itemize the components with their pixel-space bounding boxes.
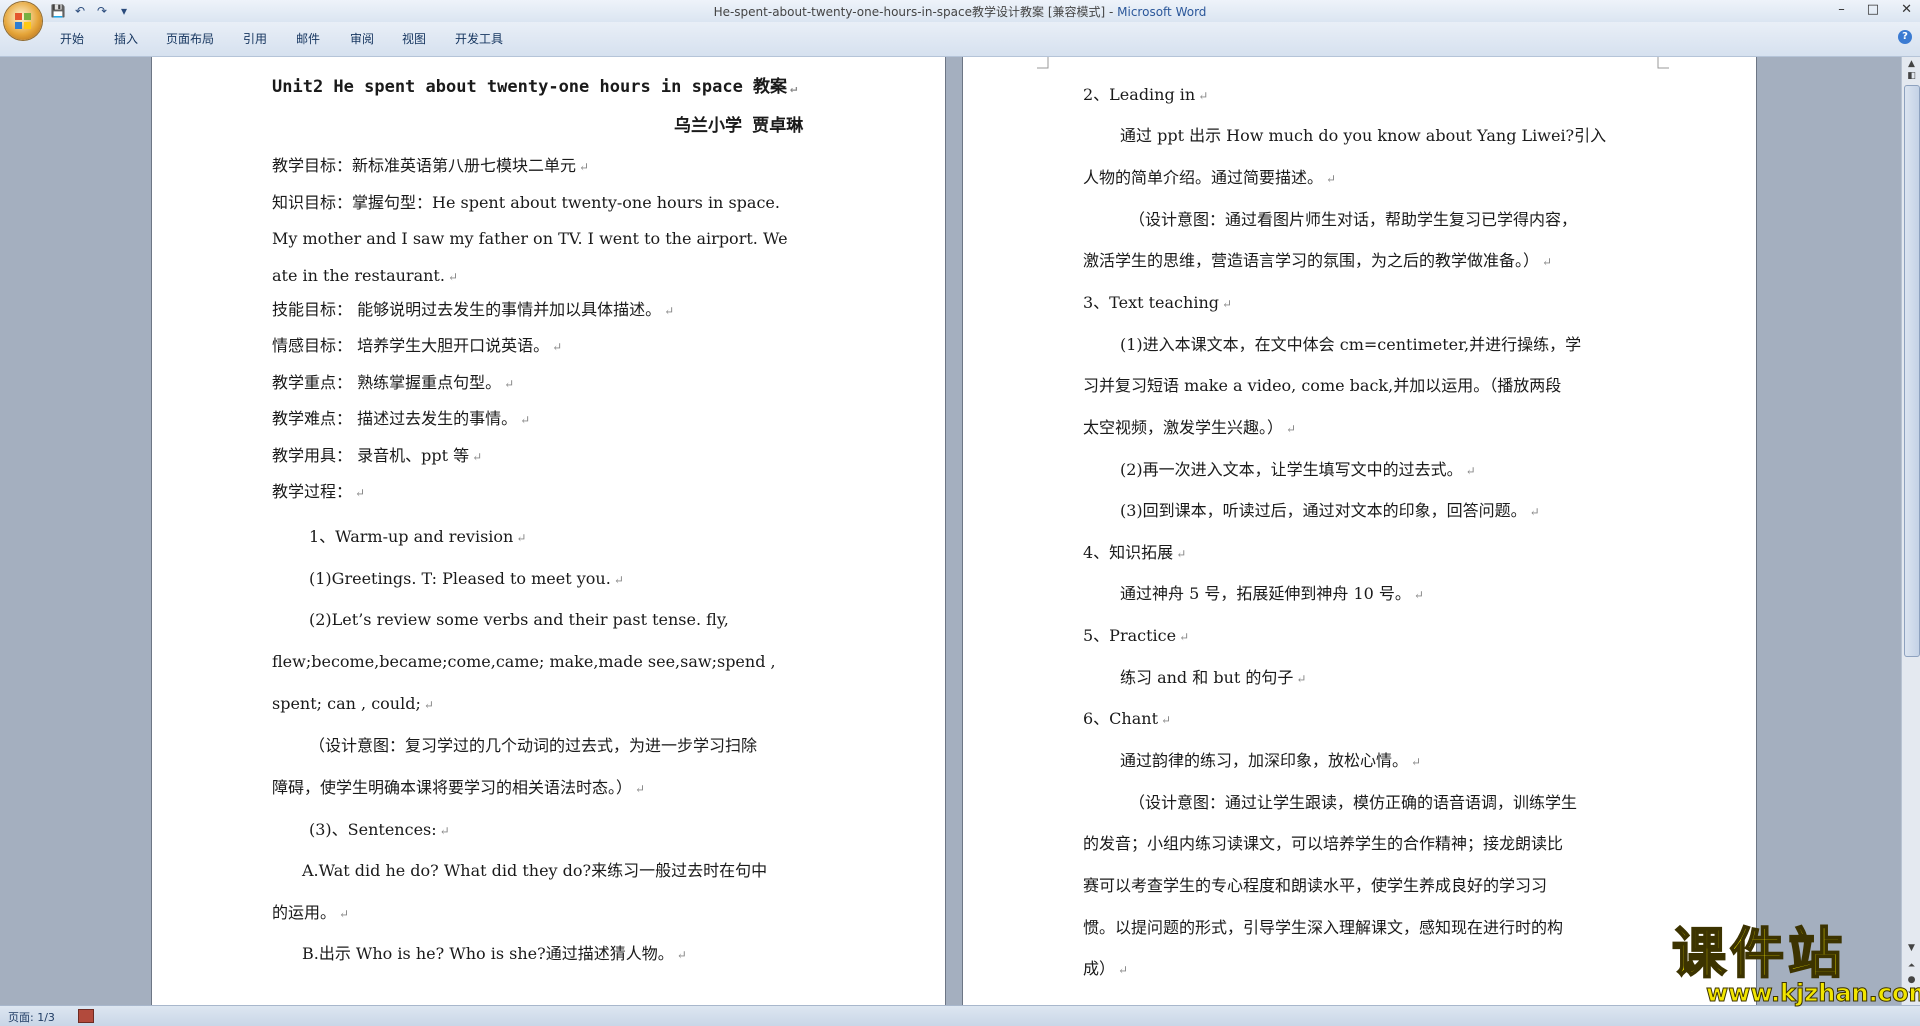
document-title: He-spent-about-twenty-one-hours-in-space… [713, 5, 1118, 19]
window-controls: – □ ✕ [1838, 2, 1912, 17]
close-icon[interactable]: ✕ [1901, 2, 1912, 17]
author-name: 乌兰小学 贾卓琳 [674, 116, 804, 136]
paragraph: 4、知识拓展 ↵ [1083, 543, 1187, 562]
paragraph: 习并复习短语 make a video, come back,并加以运用。（播放… [1083, 376, 1562, 395]
lesson-title: Unit2 He spent about twenty-one hours in… [272, 77, 788, 97]
watermark-text: 课件站 [1671, 922, 1846, 985]
paragraph: （设计意图：通过看图片师生对话，帮助学生复习已学得内容， [1129, 210, 1578, 229]
paragraph: (2)再一次进入文本，让学生填写文中的过去式。 ↵ [1120, 460, 1476, 479]
ruler-toggle-icon[interactable]: ◧ [1905, 71, 1918, 84]
scrollbar-thumb[interactable] [1904, 85, 1920, 657]
paragraph: 3、Text teaching ↵ [1083, 293, 1233, 312]
page-indicator[interactable]: 页面: 1/3 [8, 1009, 55, 1025]
ribbon-tab-bar: 开始 插入 页面布局 引用 邮件 审阅 视图 开发工具 ? [0, 22, 1920, 57]
paragraph: 6、Chant ↵ [1083, 709, 1172, 728]
page-1[interactable]: Unit2 He spent about twenty-one hours in… [152, 57, 945, 1005]
author-line: 乌兰小学 贾卓琳 [674, 116, 803, 136]
paragraph: 教学重点： 熟练掌握重点句型。 ↵ [272, 373, 515, 392]
margin-corner-mark [1037, 57, 1049, 69]
paragraph: 惯。以提问题的形式，引导学生深入理解课文，感知现在进行时的构 [1083, 918, 1564, 937]
paragraph: 的运用。 ↵ [272, 903, 350, 922]
paragraph: 2、Leading in ↵ [1083, 85, 1209, 104]
title-bar: 💾 ↶ ↷ ▾ He-spent-about-twenty-one-hours-… [0, 0, 1920, 23]
paragraph: 知识目标：掌握句型：He spent about twenty-one hour… [272, 193, 780, 212]
paragraph: 的发音；小组内练习读课文，可以培养学生的合作精神；接龙朗读比 [1083, 834, 1564, 853]
tab-home[interactable]: 开始 [60, 30, 84, 47]
paragraph: 障碍，使学生明确本课将要学习的相关语法时态。） ↵ [272, 778, 646, 797]
status-bar: 页面: 1/3 [0, 1005, 1920, 1026]
tab-references[interactable]: 引用 [243, 30, 267, 47]
paragraph: 教学用具： 录音机、ppt 等 ↵ [272, 446, 483, 465]
paragraph: 太空视频，激发学生兴趣。） ↵ [1083, 418, 1297, 437]
paragraph: 5、Practice ↵ [1083, 626, 1190, 645]
document-workspace[interactable]: Unit2 He spent about twenty-one hours in… [0, 57, 1901, 1005]
site-watermark: 课件站 www.kjzhan.com [1671, 922, 1920, 1008]
paragraph: (1)Greetings. T: Pleased to meet you. ↵ [309, 569, 624, 588]
paragraph: 练习 and 和 but 的句子 ↵ [1120, 668, 1307, 687]
paragraph: (3)、Sentences: ↵ [309, 820, 450, 839]
previous-page-icon[interactable]: ⏶ [1905, 961, 1918, 974]
watermark-url: www.kjzhan.com [1705, 979, 1920, 1008]
macro-recording-icon[interactable] [78, 1009, 94, 1023]
tab-page-layout[interactable]: 页面布局 [166, 30, 214, 47]
tab-developer[interactable]: 开发工具 [455, 30, 503, 47]
paragraph: 技能目标： 能够说明过去发生的事情并加以具体描述。 ↵ [272, 300, 675, 319]
tab-review[interactable]: 审阅 [350, 30, 374, 47]
paragraph: spent; can , could; ↵ [272, 694, 434, 713]
paragraph: 1、Warm-up and revision ↵ [309, 527, 527, 546]
paragraph: 教学难点： 描述过去发生的事情。 ↵ [272, 409, 531, 428]
office-logo-icon [15, 13, 31, 29]
paragraph: B.出示 Who is he? Who is she?通过描述猜人物。 ↵ [302, 944, 687, 963]
paragraph: ate in the restaurant. ↵ [272, 266, 458, 285]
paragraph: 激活学生的思维，营造语言学习的氛围，为之后的教学做准备。） ↵ [1083, 251, 1553, 270]
paragraph: flew;become,became;come,came; make,made … [272, 652, 776, 671]
paragraph: (2)Let’s review some verbs and their pas… [309, 610, 729, 629]
paragraph: 通过韵律的练习，加深印象，放松心情。 ↵ [1120, 751, 1422, 770]
scroll-down-icon[interactable]: ▼ [1905, 943, 1918, 956]
paragraph: 通过 ppt 出示 How much do you know about Yan… [1120, 126, 1607, 145]
vertical-scrollbar[interactable]: ▲ ◧ ▼ ⏶ ● ⏷ [1901, 57, 1920, 1005]
document-title-line: Unit2 He spent about twenty-one hours in… [272, 77, 798, 97]
app-name: Microsoft Word [1117, 5, 1207, 19]
office-button[interactable] [4, 2, 42, 40]
paragraph: （设计意图：通过让学生跟读，模仿正确的语音语调，训练学生 [1129, 793, 1578, 812]
page-2[interactable]: 2、Leading in ↵ 通过 ppt 出示 How much do you … [963, 57, 1756, 1005]
paragraph: 成） ↵ [1083, 959, 1129, 978]
tab-insert[interactable]: 插入 [114, 30, 138, 47]
maximize-icon[interactable]: □ [1867, 2, 1879, 17]
margin-corner-mark [1657, 57, 1669, 69]
paragraph: （设计意图：复习学过的几个动词的过去式，为进一步学习扫除 [309, 736, 758, 755]
tab-view[interactable]: 视图 [402, 30, 426, 47]
tab-mailings[interactable]: 邮件 [296, 30, 320, 47]
paragraph: My mother and I saw my father on TV. I w… [272, 229, 788, 248]
paragraph: (1)进入本课文本，在文中体会 cm=centimeter,并进行操练，学 [1120, 335, 1582, 354]
help-icon[interactable]: ? [1898, 30, 1912, 44]
paragraph: 教学过程： ↵ [272, 482, 366, 501]
paragraph: 通过神舟 5 号，拓展延伸到神舟 10 号。 ↵ [1120, 584, 1424, 603]
paragraph: A.Wat did he do? What did they do?来练习一般过… [302, 861, 768, 880]
paragraph: 情感目标： 培养学生大胆开口说英语。 ↵ [272, 336, 563, 355]
paragraph: 人物的简单介绍。通过简要描述。 ↵ [1083, 168, 1337, 187]
paragraph: 赛可以考查学生的专心程度和朗读水平，使学生养成良好的学习习 [1083, 876, 1548, 895]
paragraph: 教学目标：新标准英语第八册七模块二单元 ↵ [272, 156, 590, 175]
paragraph: (3)回到课本，听读过后，通过对文本的印象，回答问题。 ↵ [1120, 501, 1540, 520]
minimize-icon[interactable]: – [1838, 2, 1845, 17]
window-title: He-spent-about-twenty-one-hours-in-space… [0, 3, 1920, 20]
